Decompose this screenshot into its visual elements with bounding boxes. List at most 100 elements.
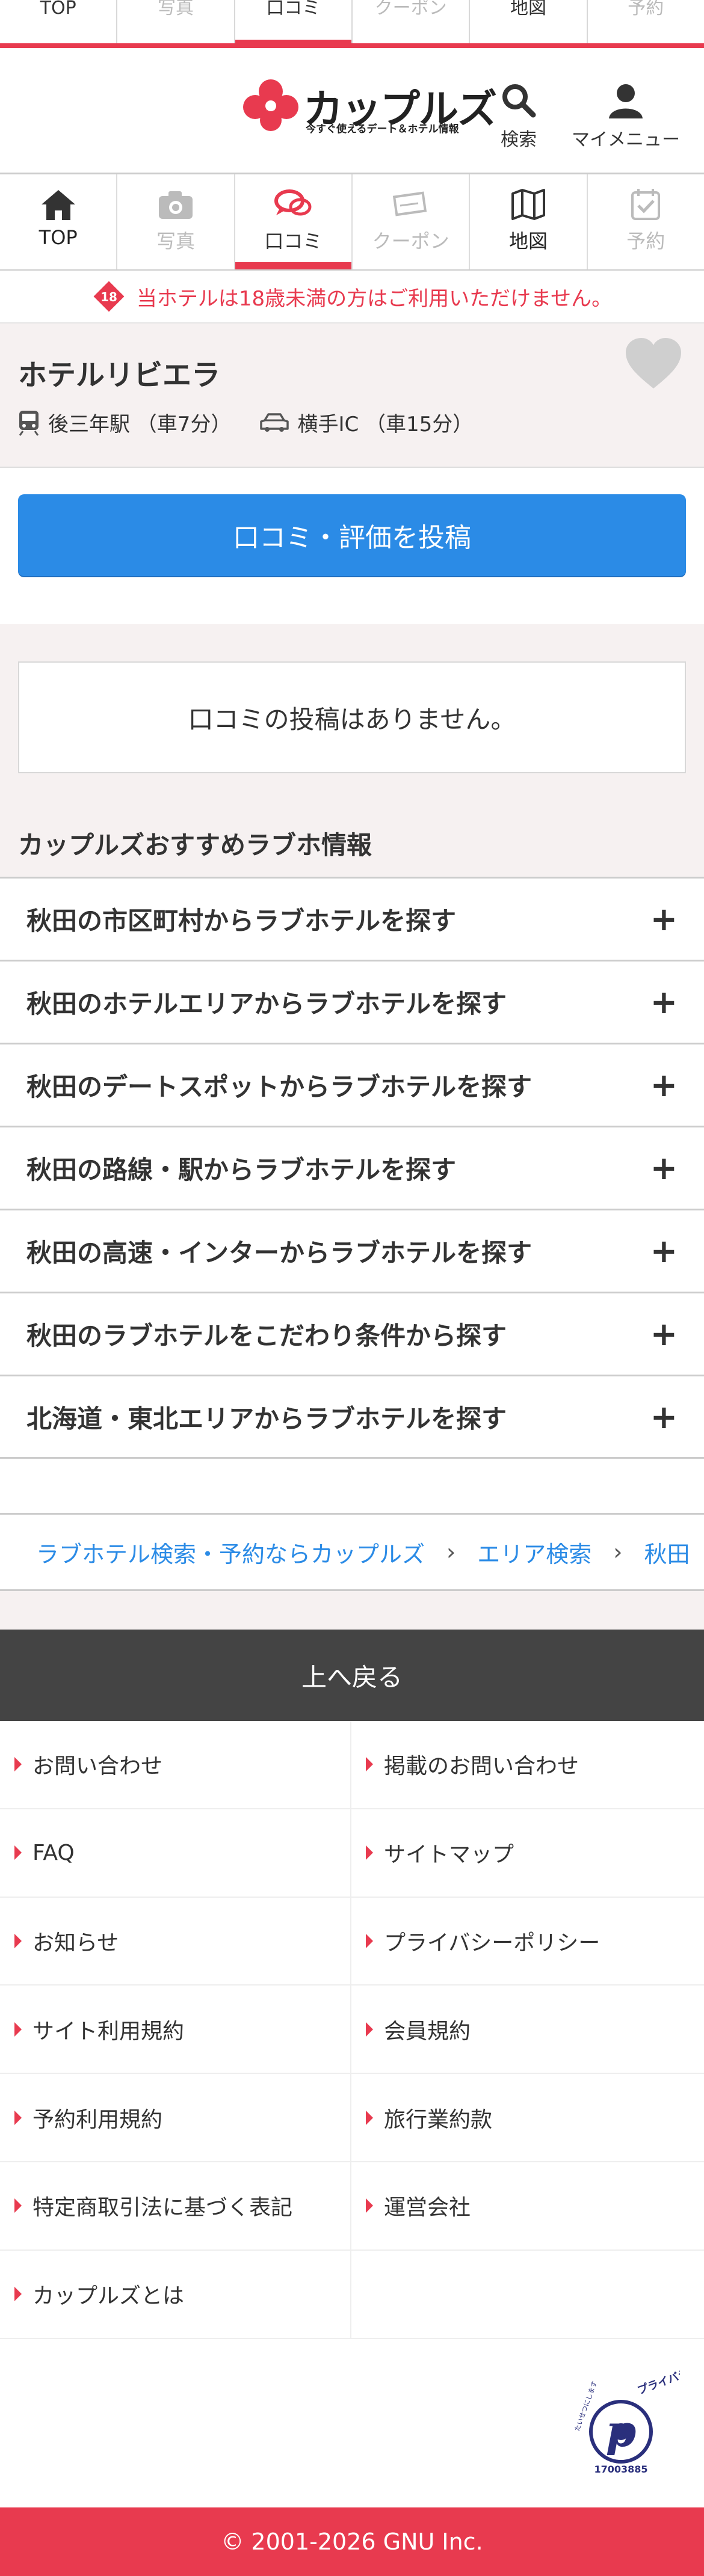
caret-right-icon <box>14 2110 22 2125</box>
toptab-reviews[interactable]: 口コミ <box>235 0 353 43</box>
footer-link[interactable]: 運営会社 <box>351 2162 704 2251</box>
accordion-item[interactable]: 秋田の路線・駅からラブホテルを探す + <box>0 1126 704 1209</box>
site-header: カップルズ 今すぐ使えるデート＆ホテル情報 検索 マイメニュー <box>0 48 704 174</box>
footer-empty-cell <box>351 2251 704 2339</box>
hotel-nav-tabs: TOP 写真 口コミ クーポン 地図 予約 <box>0 174 704 271</box>
age-warning: 18 当ホテルは18歳未満の方はご利用いただけません。 <box>0 271 704 322</box>
copyright: © 2001-2026 GNU Inc. <box>0 2507 704 2576</box>
caret-right-icon <box>366 1933 373 1948</box>
caret-right-icon <box>14 2198 22 2213</box>
plus-icon: + <box>650 1315 678 1353</box>
privacy-mark-text: プライバシー <box>635 2369 680 2397</box>
age-restriction-icon: 18 <box>93 281 125 312</box>
tab-map[interactable]: 地図 <box>470 174 588 269</box>
footer-link[interactable]: 予約利用規約 <box>0 2074 351 2162</box>
caret-right-icon <box>366 1845 373 1860</box>
privacy-mark-icon: p プライバシー たいせつにします 17003885 <box>573 2363 701 2475</box>
footer-link[interactable]: 特定商取引法に基づく表記 <box>0 2162 351 2251</box>
map-icon <box>511 189 545 220</box>
car-icon <box>260 412 289 432</box>
privacy-mark-arc-text: たいせつにします <box>573 2380 599 2432</box>
favorite-button[interactable] <box>623 337 684 393</box>
reviews-section: 口コミの投稿はありません。 <box>0 624 704 780</box>
toptab-map[interactable]: 地図 <box>470 0 588 43</box>
spacer <box>0 1591 704 1630</box>
svg-text:18: 18 <box>100 290 117 304</box>
accordion-item[interactable]: 秋田のデートスポットからラブホテルを探す + <box>0 1043 704 1126</box>
mymenu-button[interactable]: マイメニュー <box>572 81 680 151</box>
breadcrumb-home-link[interactable]: ラブホテル検索・予約ならカップルズ <box>36 1536 425 1569</box>
search-label: 検索 <box>501 129 537 150</box>
site-logo[interactable]: カップルズ 今すぐ使えるデート＆ホテル情報 <box>241 78 497 135</box>
footer-link[interactable]: お問い合わせ <box>0 1721 351 1809</box>
hotel-access: 後三年駅 （車7分） 横手IC （車15分） <box>18 408 502 437</box>
breadcrumb-pref-link[interactable]: 秋田 <box>644 1536 690 1569</box>
footer-link[interactable]: 旅行業約款 <box>351 2074 704 2162</box>
search-icon <box>502 84 536 118</box>
toptab-coupon: クーポン <box>353 0 471 43</box>
toptab-reserve: 予約 <box>628 0 664 19</box>
back-to-top-button[interactable]: 上へ戻る <box>0 1630 704 1721</box>
footer-link[interactable]: サイト利用規約 <box>0 1986 351 2075</box>
chevron-right-icon: › <box>613 1539 623 1565</box>
accordion-item[interactable]: 秋田の市区町村からラブホテルを探す + <box>0 877 704 960</box>
caret-right-icon <box>366 2198 373 2213</box>
caret-right-icon <box>14 2287 22 2302</box>
footer-links: お問い合わせ 掲載のお問い合わせ FAQ サイトマップ お知らせ プライバシーポ… <box>0 1721 704 2339</box>
footer-link[interactable]: 会員規約 <box>351 1986 704 2075</box>
accordion-item[interactable]: 秋田のホテルエリアからラブホテルを探す + <box>0 960 704 1043</box>
footer-link[interactable]: FAQ <box>0 1809 351 1898</box>
footer-link[interactable]: 掲載のお問い合わせ <box>351 1721 704 1809</box>
plus-icon: + <box>650 1149 678 1187</box>
caret-right-icon <box>366 1757 373 1772</box>
train-icon <box>19 410 39 436</box>
toptab-photo: 写真 <box>117 0 235 43</box>
hotel-info: ホテルリビエラ 後三年駅 （車7分） 横手IC （車15分） <box>0 322 704 467</box>
sticky-top-tabs: TOP 写真 口コミ クーポン 地図 予約 <box>0 0 704 48</box>
access-station: 後三年駅 （車7分） <box>18 408 231 437</box>
clover-logo-icon <box>243 79 298 131</box>
access-ic: 横手IC （車15分） <box>260 408 473 437</box>
mymenu-label: マイメニュー <box>572 129 680 150</box>
caret-right-icon <box>14 1757 22 1772</box>
tab-reserve: 予約 <box>588 174 704 269</box>
privacy-mark-number: 17003885 <box>594 2464 647 2475</box>
caret-right-icon <box>14 1845 22 1860</box>
recommend-section: カップルズおすすめラブホ情報 秋田の市区町村からラブホテルを探す + 秋田のホテル… <box>0 780 704 1459</box>
caret-right-icon <box>14 2022 22 2037</box>
plus-icon: + <box>650 900 678 938</box>
footer-link[interactable]: カップルズとは <box>0 2250 351 2339</box>
footer-link[interactable]: プライバシーポリシー <box>351 1898 704 1986</box>
footer-link[interactable]: サイトマップ <box>351 1809 704 1898</box>
brand-tagline: 今すぐ使えるデート＆ホテル情報 <box>306 123 459 135</box>
privacy-mark-badge[interactable]: p プライバシー たいせつにします 17003885 <box>572 2363 701 2477</box>
accordion-item[interactable]: 秋田の高速・インターからラブホテルを探す + <box>0 1209 704 1292</box>
caret-right-icon <box>14 1933 22 1948</box>
plus-icon: + <box>650 1066 678 1104</box>
tab-top[interactable]: TOP <box>0 174 118 269</box>
tab-photo: 写真 <box>117 174 235 269</box>
home-icon <box>41 190 75 220</box>
breadcrumb-area-link[interactable]: エリア検索 <box>477 1536 591 1569</box>
post-review-section: 口コミ・評価を投稿 <box>0 467 704 624</box>
search-button[interactable]: 検索 <box>499 81 538 151</box>
accordion-item[interactable]: 秋田のラブホテルをこだわり条件から探す + <box>0 1292 704 1375</box>
post-review-button[interactable]: 口コミ・評価を投稿 <box>18 494 686 576</box>
caret-right-icon <box>366 2110 373 2125</box>
heart-icon <box>626 338 681 388</box>
footer-link[interactable]: お知らせ <box>0 1897 351 1986</box>
chevron-right-icon: › <box>446 1539 456 1565</box>
toptab-top[interactable]: TOP <box>0 0 118 43</box>
plus-icon: + <box>650 983 678 1021</box>
tab-reviews[interactable]: 口コミ <box>235 174 353 269</box>
recommend-title: カップルズおすすめラブホ情報 <box>18 830 372 860</box>
no-reviews-message: 口コミの投稿はありません。 <box>18 661 686 773</box>
calendar-check-icon <box>631 189 661 220</box>
coupon-icon <box>392 191 427 216</box>
speech-bubble-icon <box>274 189 312 216</box>
tab-coupon: クーポン <box>353 174 471 269</box>
user-icon <box>609 84 643 118</box>
accordion-item[interactable]: 北海道・東北エリアからラブホテルを探す + <box>0 1375 704 1459</box>
caret-right-icon <box>366 2022 373 2037</box>
breadcrumb: ラブホテル検索・予約ならカップルズ › エリア検索 › 秋田 <box>0 1513 704 1591</box>
